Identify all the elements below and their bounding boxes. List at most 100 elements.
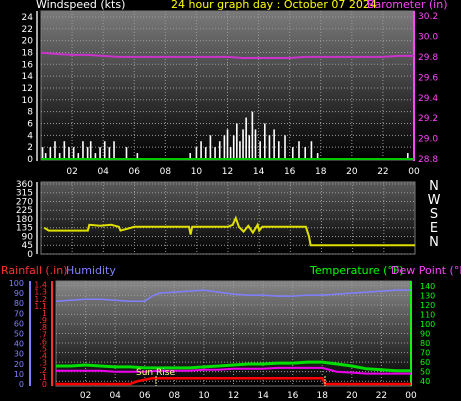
wind-y-tick-label: 8 — [27, 108, 33, 118]
humidity-y-tick-label: 50 — [14, 330, 24, 339]
temperature-y-tick-label: 50 — [420, 368, 430, 377]
wind-x-ticks: 02 04 06 08 10 12 14 16 18 20 22 00 — [66, 167, 420, 177]
direction-y-tick-label: 135 — [16, 224, 33, 234]
temperature-x-tick-label: 14 — [257, 391, 269, 401]
wind-bar — [254, 129, 257, 159]
wind-bar — [99, 147, 101, 159]
temperature-y-tick-label: 60 — [420, 358, 430, 367]
temperature-x-tick-label: 20 — [346, 391, 358, 401]
direction-y-tick-label: 270 — [16, 197, 33, 207]
humidity-y-tick-label: 10 — [14, 370, 24, 379]
wind-bar — [242, 129, 244, 159]
wind-bar — [284, 135, 286, 159]
wind-bar — [264, 123, 266, 159]
wind-bar — [41, 147, 44, 159]
temperature-x-tick-label: 02 — [80, 391, 91, 401]
temperature-y-tick-label: 130 — [420, 291, 435, 300]
wind-bar — [232, 135, 235, 159]
wind-bar — [68, 147, 70, 159]
compass-labels: NWSEN — [428, 179, 441, 250]
wind-bar — [304, 147, 307, 159]
direction-y-tick-label: 45 — [22, 241, 33, 251]
rainfall-axis-label: Rainfall (.in) — [1, 264, 68, 277]
wind-bar — [218, 141, 221, 159]
wind-bar — [86, 147, 89, 159]
temperature-y-tick-label: 140 — [420, 282, 435, 291]
temperature-y-tick-label: 80 — [420, 339, 430, 348]
wind-y-tick-label: 2 — [27, 143, 33, 153]
wind-bar — [108, 147, 111, 159]
wind-y-tick-label: 0 — [27, 155, 33, 165]
weather-graph: Windspeed (kts) 24 hour graph day : Octo… — [0, 0, 461, 401]
sunrise-label: Sun Rise — [136, 368, 175, 378]
temperature-x-tick-label: 08 — [169, 391, 181, 401]
wind-bar — [125, 147, 128, 159]
wind-bar — [226, 129, 229, 159]
humidity-axis-label: Humidity — [66, 264, 116, 277]
wind-x-tick-label: 02 — [66, 167, 77, 177]
direction-y-tick-label: 180 — [16, 215, 33, 225]
wind-bar — [209, 135, 212, 159]
wind-y-tick-label: 14 — [22, 72, 34, 82]
wind-bar — [82, 141, 84, 159]
wind-x-tick-label: 00 — [408, 167, 420, 177]
wind-y-tick-label: 18 — [22, 48, 34, 58]
wind-bar — [63, 141, 66, 159]
weather-graph-svg: Windspeed (kts) 24 hour graph day : Octo… — [1, 0, 461, 401]
wind-x-tick-label: 18 — [315, 167, 327, 177]
wind-bar — [236, 123, 238, 159]
wind-y-tick-label: 22 — [22, 25, 33, 35]
wind-axis-label: Windspeed (kts) — [36, 0, 125, 11]
direction-y-tick-label: 90 — [22, 232, 34, 242]
wind-bar — [200, 141, 202, 159]
humidity-y-tick-label: 0 — [19, 380, 24, 389]
wind-bar — [298, 141, 300, 159]
wind-bar — [248, 135, 251, 159]
wind-bar — [268, 135, 271, 159]
wind-bar — [89, 141, 92, 159]
temperature-panel: 0102030405060708090100 0.1.2.3.4.5.6.7.8… — [9, 279, 436, 401]
humidity-y-tick-label: 70 — [14, 309, 24, 318]
wind-bar — [54, 141, 56, 159]
barometer-y-tick-label: 29.2 — [418, 114, 438, 124]
wind-x-tick-label: 08 — [160, 167, 172, 177]
temperature-x-tick-label: 06 — [139, 391, 151, 401]
wind-bar — [277, 141, 280, 159]
direction-y-ticks: 04590135180225270315360 — [16, 180, 33, 260]
wind-bar — [103, 141, 106, 159]
barometer-y-tick-label: 29.6 — [418, 73, 438, 83]
barometer-y-tick-label: 28.8 — [418, 155, 438, 165]
wind-x-tick-label: 14 — [253, 167, 265, 177]
wind-bar — [251, 111, 254, 159]
rain-y-tick-label: 1.4 — [34, 281, 47, 290]
wind-x-tick-label: 04 — [97, 167, 109, 177]
wind-bar — [245, 117, 247, 159]
humidity-y-tick-label: 30 — [14, 350, 24, 359]
wind-y-tick-label: 10 — [22, 96, 34, 106]
compass-letter: E — [430, 221, 438, 236]
wind-bar — [113, 141, 115, 159]
humidity-y-tick-label: 80 — [14, 299, 24, 308]
wind-x-tick-label: 20 — [346, 167, 358, 177]
wind-barometer-panel: 024681012141618202224 28.829.029.229.429… — [22, 10, 438, 177]
temperature-x-tick-label: 04 — [109, 391, 121, 401]
temperature-x-tick-label: 22 — [376, 391, 387, 401]
temperature-x-tick-label: 18 — [317, 391, 329, 401]
wind-y-tick-label: 16 — [22, 60, 34, 70]
wind-x-tick-label: 16 — [284, 167, 296, 177]
temperature-x-tick-label: 12 — [228, 391, 239, 401]
wind-bar — [310, 141, 313, 159]
wind-x-tick-label: 22 — [377, 167, 388, 177]
wind-x-tick-label: 06 — [129, 167, 141, 177]
wind-bar — [239, 141, 241, 159]
temperature-y-tick-label: 110 — [420, 310, 435, 319]
dewpoint-axis-label: Dew Point (°F) — [391, 264, 461, 277]
temperature-y-ticks: 405060708090100110120130140 — [420, 282, 435, 386]
temperature-x-tick-label: 10 — [198, 391, 210, 401]
barometer-y-ticks: 28.8 29.0 29.2 29.4 29.6 29.8 30.0 30.2 — [418, 12, 438, 165]
humidity-y-tick-label: 20 — [14, 360, 24, 369]
temperature-y-tick-label: 90 — [420, 330, 430, 339]
humidity-y-tick-label: 40 — [14, 340, 24, 349]
compass-letter: N — [429, 235, 439, 250]
direction-y-tick-label: 315 — [16, 189, 33, 199]
